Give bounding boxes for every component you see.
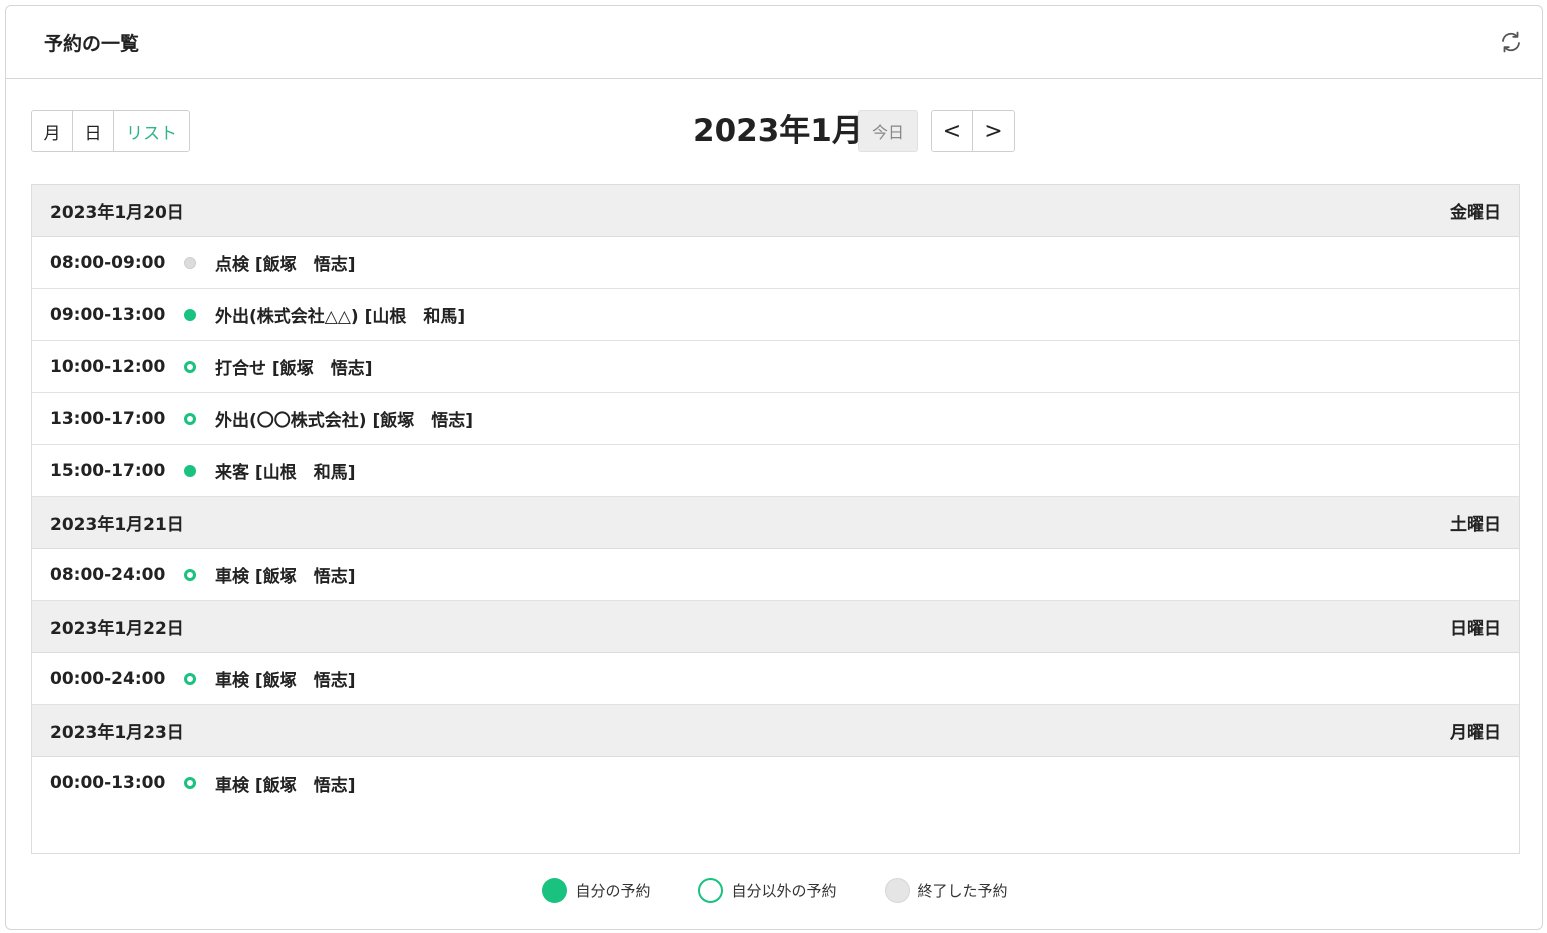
event-row[interactable]: 00:00-13:00 車検 [飯塚 悟志] xyxy=(32,757,1519,809)
other-reservation-dot-icon xyxy=(184,360,196,373)
legend-label: 終了した予約 xyxy=(917,882,1008,900)
day-weekday: 日曜日 xyxy=(1450,619,1501,639)
event-time: 15:00-17:00 xyxy=(50,460,166,481)
event-row[interactable]: 00:00-24:00 車検 [飯塚 悟志] xyxy=(32,653,1519,705)
legend-item: 自分の予約 xyxy=(542,878,650,903)
event-row[interactable]: 10:00-12:00 打合せ [飯塚 悟志] xyxy=(32,341,1519,393)
event-title: 点検 [飯塚 悟志] xyxy=(215,255,356,275)
event-title: 車検 [飯塚 悟志] xyxy=(215,567,356,587)
view-switch: 月 日 リスト xyxy=(31,110,190,152)
event-row[interactable]: 08:00-24:00 車検 [飯塚 悟志] xyxy=(32,549,1519,601)
day-header: 2023年1月22日 日曜日 xyxy=(32,601,1519,653)
day-header: 2023年1月20日 金曜日 xyxy=(32,185,1519,237)
event-row[interactable]: 15:00-17:00 来客 [山根 和馬] xyxy=(32,445,1519,497)
legend-item: 自分以外の予約 xyxy=(698,878,837,903)
other-reservation-dot-icon xyxy=(184,672,196,685)
event-list: 2023年1月20日 金曜日 08:00-09:00 点検 [飯塚 悟志] 09:00-… xyxy=(31,184,1520,854)
other-reservation-dot-icon xyxy=(184,777,196,789)
next-button[interactable]: > xyxy=(973,111,1014,151)
event-time: 00:00-24:00 xyxy=(50,668,166,689)
event-title: 来客 [山根 和馬] xyxy=(215,463,356,483)
other-reservation-legend-icon xyxy=(698,878,724,903)
period-nav: < > xyxy=(931,110,1015,152)
day-weekday: 土曜日 xyxy=(1450,515,1501,535)
day-weekday: 金曜日 xyxy=(1450,203,1501,223)
prev-button[interactable]: < xyxy=(932,111,973,151)
day-date: 2023年1月23日 xyxy=(50,723,184,743)
event-row[interactable]: 09:00-13:00 外出(株式会社△△) [山根 和馬] xyxy=(32,289,1519,341)
event-row[interactable]: 08:00-09:00 点検 [飯塚 悟志] xyxy=(32,237,1519,289)
legend: 自分の予約 自分以外の予約 終了した予約 xyxy=(6,878,1544,903)
day-weekday: 月曜日 xyxy=(1450,723,1501,743)
event-time: 10:00-12:00 xyxy=(50,356,166,377)
event-time: 08:00-09:00 xyxy=(50,252,166,273)
own-reservation-dot-icon xyxy=(184,308,196,321)
event-title: 外出(〇〇株式会社) [飯塚 悟志] xyxy=(215,411,473,431)
day-date: 2023年1月21日 xyxy=(50,515,184,535)
event-time: 09:00-13:00 xyxy=(50,304,166,325)
event-title: 打合せ [飯塚 悟志] xyxy=(215,359,373,379)
card-header: 予約の一覧 xyxy=(6,6,1542,79)
event-row[interactable]: 13:00-17:00 外出(〇〇株式会社) [飯塚 悟志] xyxy=(32,393,1519,445)
day-date: 2023年1月22日 xyxy=(50,619,184,639)
other-reservation-dot-icon xyxy=(184,412,196,425)
day-date: 2023年1月20日 xyxy=(50,203,184,223)
day-header: 2023年1月21日 土曜日 xyxy=(32,497,1519,549)
calendar-toolbar: 月 日 リスト 2023年1月 今日 < > xyxy=(31,110,1520,152)
other-reservation-dot-icon xyxy=(184,568,196,581)
legend-item: 終了した予約 xyxy=(884,878,1008,903)
own-reservation-legend-icon xyxy=(542,878,568,903)
finished-reservation-legend-icon xyxy=(884,878,910,903)
refresh-button[interactable] xyxy=(1496,27,1526,57)
event-title: 外出(株式会社△△) [山根 和馬] xyxy=(215,307,466,327)
legend-label: 自分の予約 xyxy=(575,882,651,900)
today-button[interactable]: 今日 xyxy=(858,110,918,152)
finished-reservation-dot-icon xyxy=(184,256,196,269)
event-title: 車検 [飯塚 悟志] xyxy=(215,775,356,796)
own-reservation-dot-icon xyxy=(184,464,196,477)
view-day-button[interactable]: 日 xyxy=(73,111,114,151)
event-time: 13:00-17:00 xyxy=(50,408,166,429)
event-title: 車検 [飯塚 悟志] xyxy=(215,671,356,691)
event-time: 00:00-13:00 xyxy=(50,773,166,793)
view-list-button[interactable]: リスト xyxy=(114,111,189,151)
reservation-list-card: 予約の一覧 月 日 リスト 2023年1月 今日 < > 2023年1月20日 金… xyxy=(5,5,1543,930)
page-title: 予約の一覧 xyxy=(44,32,140,55)
refresh-icon xyxy=(1502,31,1520,53)
event-time: 08:00-24:00 xyxy=(50,564,166,585)
day-header: 2023年1月23日 月曜日 xyxy=(32,705,1519,757)
view-month-button[interactable]: 月 xyxy=(32,111,73,151)
period-title: 2023年1月 xyxy=(693,113,863,149)
legend-label: 自分以外の予約 xyxy=(731,882,837,900)
